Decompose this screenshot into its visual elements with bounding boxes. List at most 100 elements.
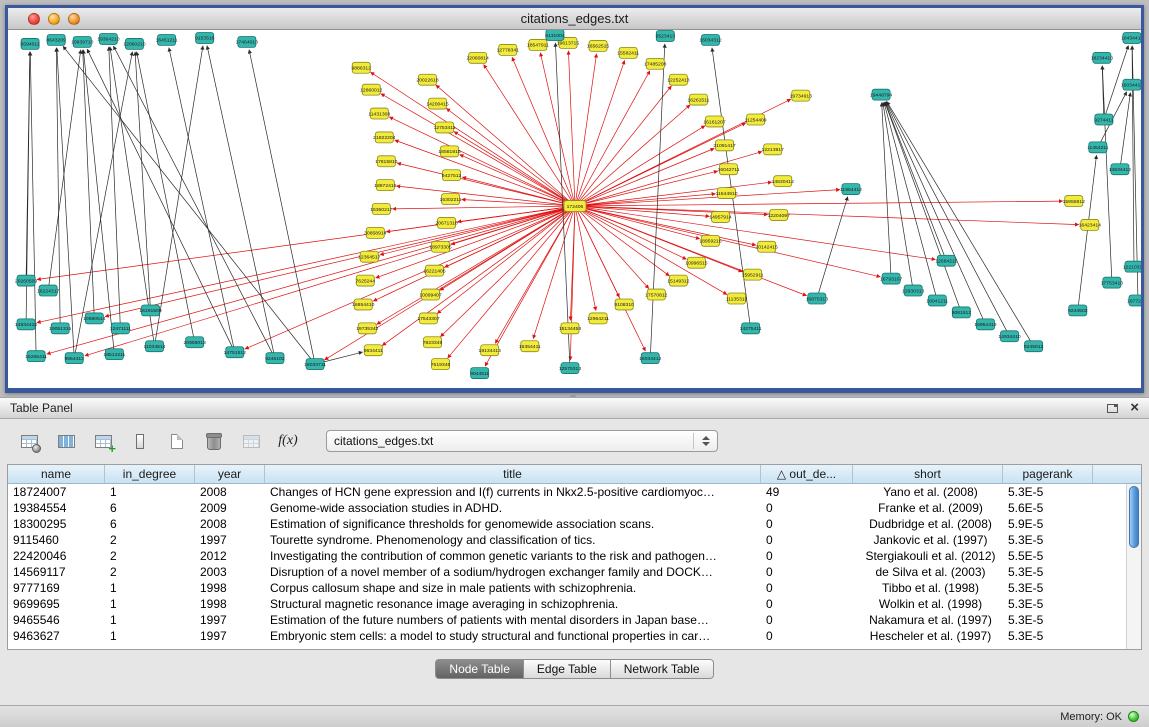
graph-node[interactable]: 18959216	[699, 235, 722, 246]
graph-node[interactable]: 14530412	[772, 176, 795, 187]
graph-node[interactable]: 11034514	[144, 341, 166, 352]
graph-node[interactable]: 9081512	[952, 307, 972, 318]
graph-node[interactable]: 12364517	[358, 251, 381, 262]
graph-node[interactable]: 12778341	[497, 44, 520, 55]
graph-node[interactable]: 10939710	[71, 36, 94, 47]
close-panel-icon[interactable]: ×	[1130, 402, 1139, 414]
graph-node[interactable]: 9594011	[21, 38, 40, 49]
column-header-name[interactable]: name	[8, 465, 105, 483]
graph-node[interactable]: 18234410	[1091, 52, 1114, 63]
graph-node[interactable]: 16265411	[25, 351, 47, 362]
graph-node[interactable]: 7823349	[423, 337, 443, 348]
graph-node[interactable]: 9108310	[614, 299, 634, 310]
graph-node[interactable]: 14934412	[15, 319, 38, 330]
graph-node[interactable]: 20260509	[15, 275, 38, 286]
graph-node[interactable]: 12210313	[1123, 261, 1141, 272]
graph-node[interactable]: 8131004	[545, 30, 565, 40]
graph-node[interactable]: 15582411	[617, 47, 639, 58]
graph-node[interactable]: 7619346	[431, 359, 451, 370]
column-header-in_degree[interactable]: in_degree	[105, 465, 195, 483]
graph-node[interactable]: 16261511	[687, 94, 709, 105]
table-row[interactable]: 1938455462009Genome-wide association stu…	[8, 500, 1141, 516]
graph-node[interactable]: 14634412	[1109, 164, 1132, 175]
graph-node[interactable]: 11135313	[726, 293, 748, 304]
graph-node[interactable]: 16191509	[139, 305, 162, 316]
column-header-year[interactable]: year	[195, 465, 265, 483]
function-builder-button[interactable]: f(x)	[275, 428, 301, 454]
graph-node[interactable]: 9153516	[195, 32, 215, 43]
column-header-short[interactable]: short	[853, 465, 1003, 483]
graph-node[interactable]: 16954413	[974, 319, 997, 330]
graph-node[interactable]: 9274411	[1094, 114, 1113, 125]
graph-node[interactable]: 19734913	[790, 90, 813, 101]
graph-node[interactable]: 16854410	[352, 299, 375, 310]
graph-node[interactable]: 16034412	[639, 353, 662, 364]
graph-node[interactable]: 7625244	[356, 275, 376, 286]
graph-node[interactable]: 16423414	[1079, 219, 1102, 230]
graph-node[interactable]: 18581915	[438, 146, 461, 157]
graph-node[interactable]: 20142415	[756, 241, 779, 252]
graph-node[interactable]: 15955812	[1063, 196, 1086, 207]
graph-node[interactable]: 10590514	[83, 313, 106, 324]
graph-hub-node[interactable]: 172406	[564, 201, 586, 212]
graph-node[interactable]: 12753411	[434, 122, 456, 133]
graph-node[interactable]: 20959013	[184, 337, 207, 348]
graph-node[interactable]: 16224317	[37, 285, 60, 296]
graph-node[interactable]: 16034312	[699, 34, 722, 45]
graph-node[interactable]: 16354411	[519, 341, 541, 352]
graph-node[interactable]: 10996515	[685, 257, 708, 268]
graph-node[interactable]: 9044511	[470, 368, 489, 379]
graph-node[interactable]: 18041211	[926, 295, 948, 306]
graph-node[interactable]: 16042711	[718, 164, 740, 175]
graph-node[interactable]: 30858914	[364, 227, 387, 238]
graph-node[interactable]: 12684211	[935, 255, 957, 266]
column-header-pagerank[interactable]: pagerank	[1003, 465, 1093, 483]
table-row[interactable]: 969969511998Structural magnetic resonanc…	[8, 596, 1141, 612]
table-row[interactable]: 1830029562008Estimation of significance …	[8, 516, 1141, 532]
graph-node[interactable]: 11954412	[840, 184, 862, 195]
graph-node[interactable]: 17543307	[417, 313, 440, 324]
graph-node[interactable]: 11544910	[716, 188, 738, 199]
graph-node[interactable]: 12252413	[667, 74, 690, 85]
graph-node[interactable]: 14957914	[709, 211, 732, 222]
window-titlebar[interactable]: citations_edges.txt	[8, 8, 1141, 30]
table-row[interactable]: 977716911998Corpus callosum shape and si…	[8, 580, 1141, 596]
new-column-button[interactable]: +	[90, 428, 116, 454]
graph-node[interactable]: 14200415	[426, 98, 449, 109]
graph-node[interactable]: 20671310	[435, 217, 458, 228]
zoom-window-icon[interactable]	[68, 13, 80, 25]
graph-node[interactable]: 15952911	[742, 269, 764, 280]
graph-node[interactable]: 21091417	[713, 140, 736, 151]
vertical-scrollbar[interactable]	[1126, 484, 1141, 649]
graph-node[interactable]: 11454211	[1087, 142, 1109, 153]
graph-node[interactable]: 12930313	[902, 285, 925, 296]
close-window-icon[interactable]	[28, 13, 40, 25]
graph-node[interactable]: 20022618	[416, 74, 439, 85]
graph-node[interactable]: 16875313	[806, 293, 829, 304]
graph-node[interactable]: 12060210	[123, 38, 146, 49]
graph-node[interactable]: 17753410	[1101, 277, 1124, 288]
tab-network-table[interactable]: Network Table	[611, 659, 714, 679]
network-canvas[interactable]: 1724069886312128600121143130821822204178…	[8, 30, 1141, 388]
graph-node[interactable]: 12471111	[110, 323, 131, 334]
graph-node[interactable]: 15149312	[667, 275, 690, 286]
graph-node[interactable]: 16161207	[703, 116, 726, 127]
graph-node[interactable]: 17570812	[645, 289, 668, 300]
graph-node[interactable]: 9246102	[265, 353, 285, 364]
graph-node[interactable]: 21822204	[373, 132, 396, 143]
graph-node[interactable]: 16034413	[1121, 79, 1141, 90]
graph-node[interactable]: 9427512	[442, 170, 462, 181]
graph-node[interactable]: 16793107	[880, 273, 903, 284]
float-panel-icon[interactable]	[1107, 404, 1118, 413]
graph-node[interactable]: 12860012	[360, 84, 383, 95]
graph-node[interactable]: 19134413	[479, 345, 502, 356]
graph-node[interactable]: 16302211	[440, 194, 462, 205]
graph-node[interactable]: 15360217	[370, 204, 393, 215]
column-header-title[interactable]: title	[265, 465, 761, 483]
graph-node[interactable]: 18547911	[527, 39, 549, 50]
graph-node[interactable]: 16221405	[423, 265, 446, 276]
graph-node[interactable]: 18972416	[374, 180, 397, 191]
import-table-button[interactable]	[238, 428, 264, 454]
graph-node[interactable]: 9245012	[1024, 341, 1044, 352]
graph-node[interactable]: 16451211	[156, 34, 178, 45]
